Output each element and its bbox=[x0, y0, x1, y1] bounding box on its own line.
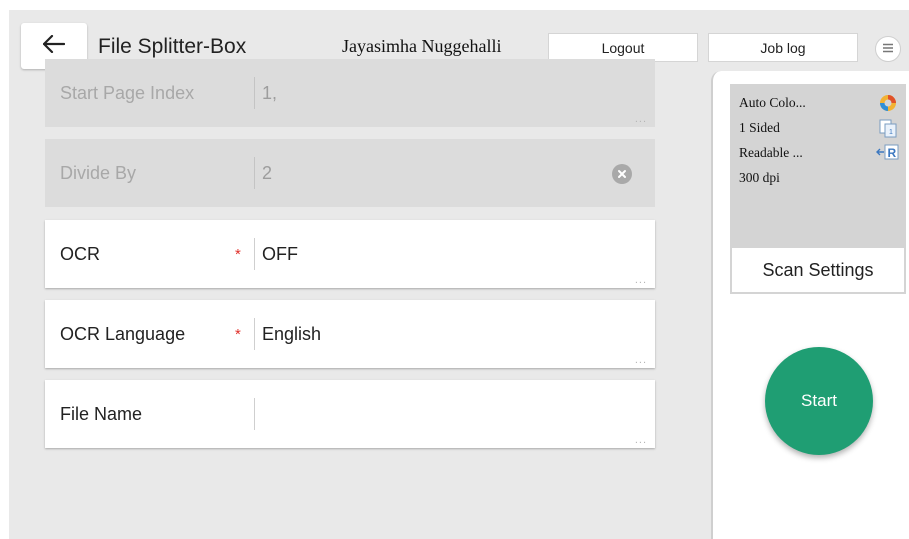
field-label: Divide By bbox=[60, 162, 137, 183]
orientation-text: Readable ... bbox=[739, 145, 803, 160]
field-label: File Name bbox=[60, 403, 143, 424]
logout-button[interactable]: Logout bbox=[548, 33, 698, 62]
job-log-button[interactable]: Job log bbox=[708, 33, 858, 62]
sides-text: 1 Sided bbox=[739, 120, 780, 135]
ocr-language-field[interactable]: English bbox=[262, 300, 321, 368]
required-marker: * bbox=[235, 325, 241, 343]
form-row-ocr-language[interactable]: OCR Language * English ... bbox=[45, 300, 655, 368]
field-divider bbox=[254, 398, 255, 430]
form-row-divide-by: Divide By 2 bbox=[45, 139, 655, 207]
divide-by-field: 2 bbox=[262, 162, 273, 183]
field-label: OCR bbox=[60, 243, 100, 264]
color-mode-text: Auto Colo... bbox=[739, 95, 806, 110]
form-row-ocr[interactable]: OCR * OFF ... bbox=[45, 220, 655, 288]
app-title: File Splitter-Box bbox=[98, 35, 247, 58]
field-divider bbox=[254, 77, 255, 109]
field-label: Start Page Index bbox=[60, 82, 195, 103]
arrow-left-icon bbox=[42, 34, 66, 58]
more-indicator: ... bbox=[634, 434, 647, 446]
svg-text:R: R bbox=[888, 146, 897, 160]
user-name: Jayasimha Nuggehalli bbox=[342, 36, 502, 56]
more-indicator: ... bbox=[634, 113, 647, 125]
start-button[interactable]: Start bbox=[765, 347, 873, 455]
scan-settings-summary[interactable]: Auto Colo... 1 Sided 1 Readable ... R 30… bbox=[730, 84, 906, 294]
scan-settings-button[interactable]: Scan Settings bbox=[732, 248, 904, 292]
form-row-start-page-index: Start Page Index 1, ... bbox=[45, 59, 655, 127]
ocr-field[interactable]: OFF bbox=[262, 220, 298, 288]
hamburger-menu-icon bbox=[882, 40, 894, 58]
field-label: OCR Language bbox=[60, 323, 186, 344]
right-panel: Auto Colo... 1 Sided 1 Readable ... R 30… bbox=[711, 71, 909, 539]
field-divider bbox=[254, 318, 255, 350]
resolution-text: 300 dpi bbox=[739, 170, 780, 185]
required-marker: * bbox=[235, 245, 241, 263]
one-sided-icon: 1 bbox=[878, 118, 898, 143]
field-divider bbox=[254, 157, 255, 189]
start-page-index-field: 1, bbox=[262, 82, 278, 103]
more-indicator: ... bbox=[634, 274, 647, 286]
menu-button[interactable] bbox=[875, 36, 901, 62]
form-row-file-name[interactable]: File Name ... bbox=[45, 380, 655, 448]
app-stage: File Splitter-Box Jayasimha Nuggehalli L… bbox=[9, 10, 909, 539]
clear-circle-icon[interactable] bbox=[612, 164, 632, 184]
svg-text:1: 1 bbox=[889, 129, 893, 136]
more-indicator: ... bbox=[634, 354, 647, 366]
readable-icon: R bbox=[876, 143, 900, 166]
field-divider bbox=[254, 238, 255, 270]
auto-color-icon bbox=[878, 93, 898, 118]
